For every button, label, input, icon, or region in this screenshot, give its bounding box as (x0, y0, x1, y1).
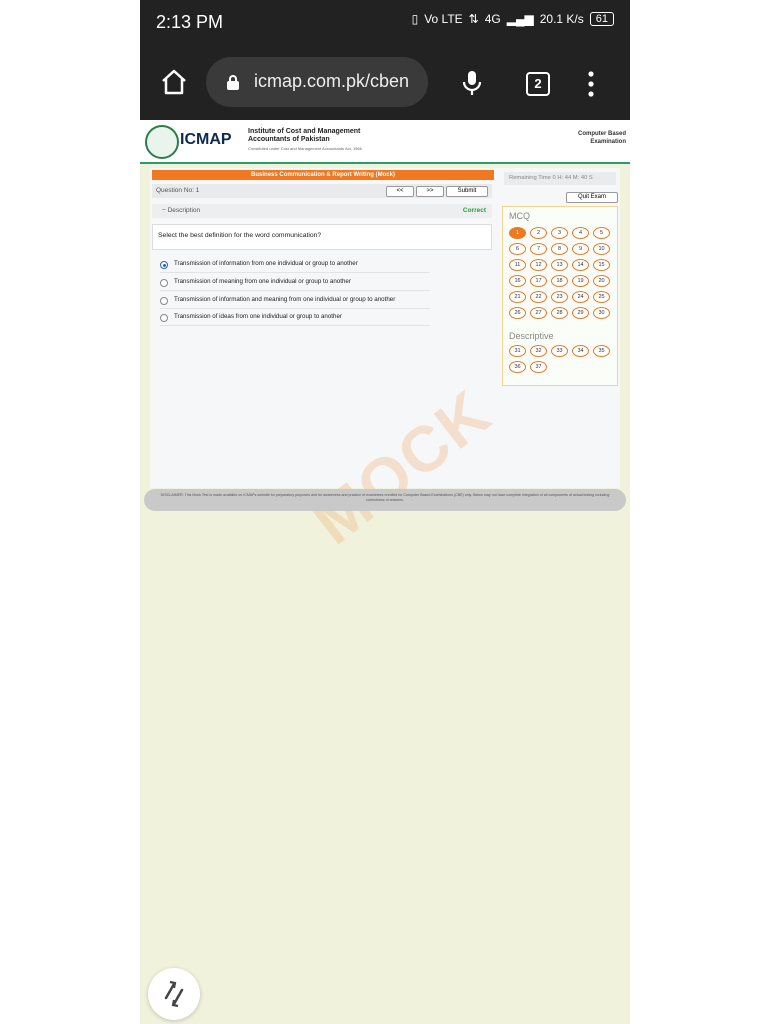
question-nav-22[interactable]: 22 (530, 291, 547, 303)
quit-exam-button[interactable]: Quit Exam (566, 192, 618, 203)
question-nav-24[interactable]: 24 (572, 291, 589, 303)
description-bar[interactable]: − Description Correct (152, 204, 492, 218)
question-nav-9[interactable]: 9 (572, 243, 589, 255)
question-box: Select the best definition for the word … (152, 224, 492, 250)
description-toggle[interactable]: − Description (162, 207, 200, 214)
overflow-menu-icon[interactable] (588, 70, 594, 98)
disclaimer-text: DISCLAIMER: This Mock Test is made avail… (144, 489, 626, 511)
question-nav-31[interactable]: 31 (509, 345, 526, 357)
question-nav-20[interactable]: 20 (593, 275, 610, 287)
question-nav-26[interactable]: 26 (509, 307, 526, 319)
question-nav-10[interactable]: 10 (593, 243, 610, 255)
question-nav-34[interactable]: 34 (572, 345, 589, 357)
question-nav-28[interactable]: 28 (551, 307, 568, 319)
question-nav-37[interactable]: 37 (530, 361, 547, 373)
question-nav-30[interactable]: 30 (593, 307, 610, 319)
remaining-time: Remaining Time 0 H: 44 M: 40 S (504, 172, 616, 185)
submit-button[interactable]: Submit (446, 186, 488, 197)
signal-icon: ▂▄▆ (506, 12, 534, 26)
icmap-seal-logo (145, 125, 179, 159)
home-icon[interactable] (160, 68, 188, 96)
question-nav-13[interactable]: 13 (551, 259, 568, 271)
previous-button[interactable]: << (386, 186, 414, 197)
option-3[interactable]: Transmission of information and meaning … (160, 292, 430, 309)
radio[interactable] (160, 297, 168, 305)
net-speed: 20.1 K/s (539, 12, 584, 26)
question-nav-17[interactable]: 17 (530, 275, 547, 287)
radio[interactable] (160, 279, 168, 287)
data-arrows-icon: ⇅ (468, 12, 479, 26)
option-1[interactable]: Transmission of information from one ind… (160, 256, 430, 273)
descriptive-heading: Descriptive (509, 331, 554, 341)
next-button[interactable]: >> (416, 186, 444, 197)
network-type: 4G (484, 12, 501, 26)
status-time: 2:13 PM (156, 12, 224, 32)
battery-indicator: 61 (589, 12, 614, 26)
question-nav-14[interactable]: 14 (572, 259, 589, 271)
question-navigator: MCQ 1 2 3 4 5 6 7 8 9 10 11 12 13 14 15 16 17 18 19 20 21 22 2… (502, 206, 618, 386)
option-text: Transmission of information from one ind… (174, 260, 358, 267)
question-nav-25[interactable]: 25 (593, 291, 610, 303)
question-nav-19[interactable]: 19 (572, 275, 589, 287)
question-nav-29[interactable]: 29 (572, 307, 589, 319)
question-nav-12[interactable]: 12 (530, 259, 547, 271)
question-nav-16[interactable]: 16 (509, 275, 526, 287)
question-nav-15[interactable]: 15 (593, 259, 610, 271)
course-title: Business Communication & Report Writing … (152, 170, 494, 180)
status-bar: 2:13 PM ▯ Vo LTE ⇅ 4G ▂▄▆ 20.1 K/s 61 (140, 0, 630, 48)
question-nav-36[interactable]: 36 (509, 361, 526, 373)
question-nav-1[interactable]: 1 (509, 227, 526, 239)
answer-status: Correct (462, 207, 486, 214)
question-nav-2[interactable]: 2 (530, 227, 547, 239)
question-nav-7[interactable]: 7 (530, 243, 547, 255)
question-nav-5[interactable]: 5 (593, 227, 610, 239)
institute-subtitle: Constituted under Cost and Management Ac… (248, 146, 362, 151)
radio-selected[interactable] (160, 261, 168, 269)
option-2[interactable]: Transmission of meaning from one individ… (160, 274, 430, 291)
logo-text: ICMAP (180, 131, 232, 148)
question-number: Question No: 1 (156, 187, 200, 194)
radio[interactable] (160, 314, 168, 322)
option-4[interactable]: Transmission of ideas from one individua… (160, 309, 430, 326)
question-nav-11[interactable]: 11 (509, 259, 526, 271)
question-nav-6[interactable]: 6 (509, 243, 526, 255)
browser-toolbar: icmap.com.pk/cben 2 (140, 48, 630, 120)
question-nav-21[interactable]: 21 (509, 291, 526, 303)
question-nav-23[interactable]: 23 (551, 291, 568, 303)
rotate-screen-button[interactable] (148, 968, 200, 1020)
phone-screen: 2:13 PM ▯ Vo LTE ⇅ 4G ▂▄▆ 20.1 K/s 61 ic… (140, 0, 630, 1024)
lock-icon (227, 75, 239, 90)
question-nav-32[interactable]: 32 (530, 345, 547, 357)
question-nav-3[interactable]: 3 (551, 227, 568, 239)
vibrate-icon: ▯ (411, 12, 419, 26)
question-nav-35[interactable]: 35 (593, 345, 610, 357)
option-text: Transmission of ideas from one individua… (174, 313, 342, 320)
question-toolbar: Question No: 1 << >> Submit (152, 184, 492, 198)
mcq-heading: MCQ (509, 211, 530, 221)
status-icons: ▯ Vo LTE ⇅ 4G ▂▄▆ 20.1 K/s 61 (412, 12, 614, 26)
web-page: ICMAP Institute of Cost and Management A… (140, 120, 630, 1024)
microphone-icon[interactable] (462, 70, 482, 96)
question-nav-4[interactable]: 4 (572, 227, 589, 239)
question-text: Select the best definition for the word … (158, 232, 322, 239)
rotate-icon (164, 980, 184, 1008)
question-nav-33[interactable]: 33 (551, 345, 568, 357)
institute-name: Institute of Cost and Management Account… (248, 128, 361, 143)
address-bar[interactable]: icmap.com.pk/cben (206, 57, 428, 107)
volte-indicator: Vo LTE (424, 12, 463, 26)
question-nav-8[interactable]: 8 (551, 243, 568, 255)
option-text: Transmission of meaning from one individ… (174, 278, 351, 285)
question-nav-27[interactable]: 27 (530, 307, 547, 319)
tab-switcher-button[interactable]: 2 (526, 72, 550, 96)
site-header: ICMAP Institute of Cost and Management A… (140, 120, 630, 164)
cbe-label: Computer Based Examination (577, 131, 626, 145)
question-nav-18[interactable]: 18 (551, 275, 568, 287)
url-text: icmap.com.pk/cben (254, 71, 410, 91)
option-text: Transmission of information and meaning … (174, 296, 396, 303)
